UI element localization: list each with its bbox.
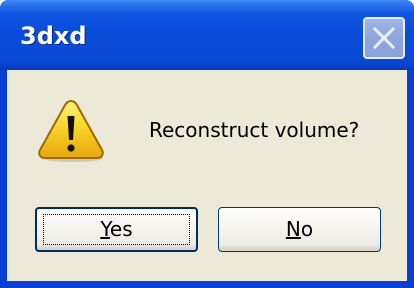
no-button[interactable]: No <box>218 207 381 252</box>
warning-icon <box>38 99 104 162</box>
window-title: 3dxd <box>20 22 87 50</box>
close-button[interactable] <box>363 17 405 59</box>
yes-button[interactable]: Yes <box>35 207 198 252</box>
dialog-message: Reconstruct volume? <box>149 118 360 142</box>
dialog-body: Reconstruct volume? Yes No <box>7 70 407 281</box>
close-icon <box>372 26 396 50</box>
no-button-label: No <box>285 217 314 241</box>
title-bar[interactable]: 3dxd <box>0 0 414 70</box>
dialog-window: 3dxd Reconstruct volume? Yes No <box>0 0 414 288</box>
yes-button-label: Yes <box>100 217 133 241</box>
